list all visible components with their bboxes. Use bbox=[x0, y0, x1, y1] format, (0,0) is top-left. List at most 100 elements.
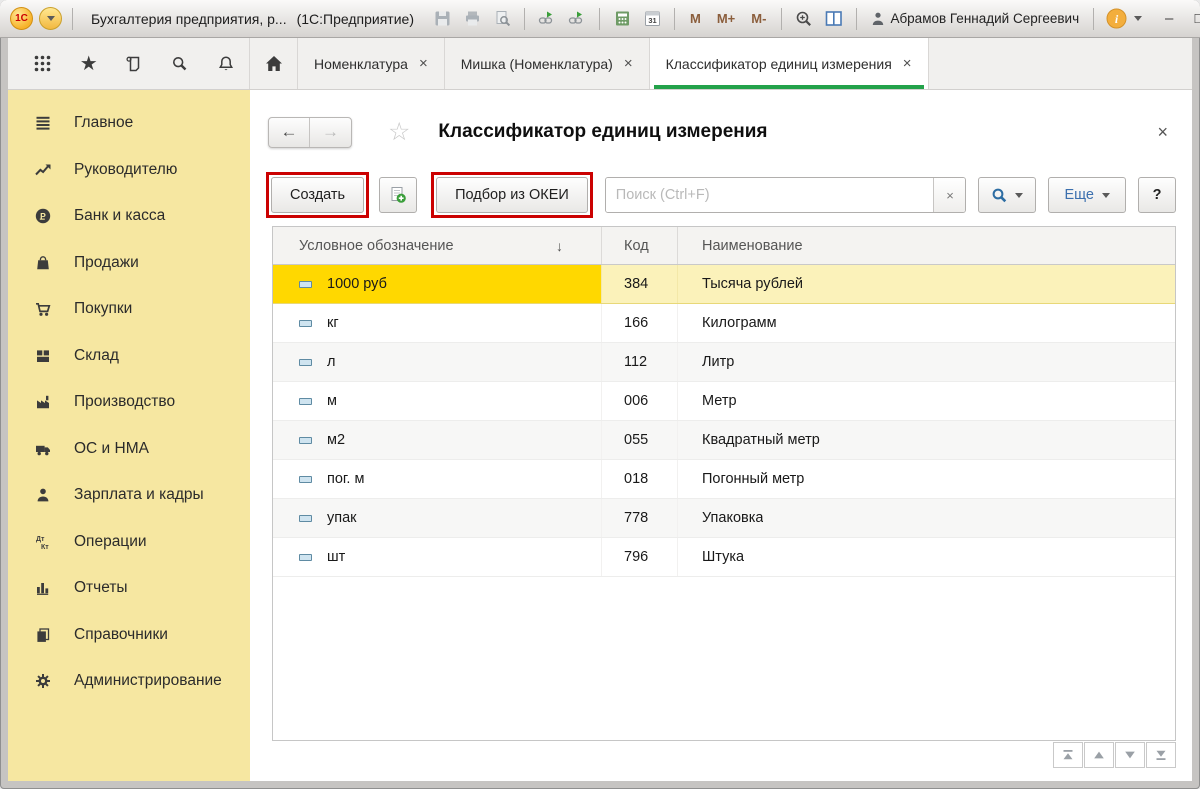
add-favorite-star-icon[interactable]: ☆ bbox=[388, 120, 410, 145]
divider bbox=[524, 8, 525, 30]
section-sidebar: Главное Руководителю Р Банк и касса Прод… bbox=[8, 90, 250, 781]
advanced-search-button[interactable] bbox=[978, 177, 1036, 213]
tab-bar: ★ Номенклатура × Мишка (Номенклатура) × … bbox=[8, 38, 1192, 90]
chevron-down-icon[interactable] bbox=[1134, 16, 1142, 21]
sidebar-item-production[interactable]: Производство bbox=[8, 379, 250, 426]
unit-symbol: упак bbox=[327, 510, 357, 526]
forward-button[interactable]: → bbox=[310, 118, 351, 147]
split-window-icon[interactable] bbox=[822, 7, 846, 31]
print-preview-icon[interactable] bbox=[490, 7, 514, 31]
create-button[interactable]: Создать bbox=[271, 177, 364, 213]
create-group-button[interactable] bbox=[379, 177, 417, 213]
tab-mishka-nomenklatura[interactable]: Мишка (Номенклатура) × bbox=[445, 38, 650, 89]
table-row[interactable]: 1000 руб 384 Тысяча рублей bbox=[273, 265, 1175, 304]
calendar-icon[interactable]: 31 bbox=[640, 7, 664, 31]
main-menu-button[interactable] bbox=[39, 7, 62, 30]
zoom-in-icon[interactable] bbox=[792, 7, 816, 31]
memory-m-button[interactable]: M bbox=[685, 11, 706, 26]
go-to-last-button[interactable] bbox=[1146, 742, 1176, 768]
content-panel: ← → ☆ Классификатор единиц измерения × С… bbox=[250, 90, 1192, 781]
memory-m-plus-button[interactable]: M+ bbox=[712, 11, 740, 26]
sidebar-item-purchases[interactable]: Покупки bbox=[8, 286, 250, 333]
notifications-bell-icon[interactable] bbox=[203, 38, 249, 89]
unit-symbol: м2 bbox=[327, 432, 345, 448]
sidebar-item-administration[interactable]: Администрирование bbox=[8, 658, 250, 705]
tab-label: Номенклатура bbox=[314, 56, 408, 72]
tab-classifier-units[interactable]: Классификатор единиц измерения × bbox=[650, 38, 929, 89]
table-row[interactable]: м 006 Метр bbox=[273, 382, 1175, 421]
sidebar-item-operations[interactable]: ДтКт Операции bbox=[8, 519, 250, 566]
get-link-icon[interactable] bbox=[535, 7, 559, 31]
user-icon bbox=[871, 11, 885, 26]
table-row[interactable]: кг 166 Килограмм bbox=[273, 304, 1175, 343]
search-icon[interactable] bbox=[157, 38, 203, 89]
column-header-name[interactable]: Наименование bbox=[677, 227, 1175, 264]
sidebar-item-manager[interactable]: Руководителю bbox=[8, 147, 250, 194]
table-row[interactable]: шт 796 Штука bbox=[273, 538, 1175, 577]
sidebar-item-label: Главное bbox=[74, 114, 133, 132]
search-input[interactable] bbox=[606, 178, 934, 212]
back-button[interactable]: ← bbox=[269, 118, 310, 147]
table-row[interactable]: упак 778 Упаковка bbox=[273, 499, 1175, 538]
go-down-button[interactable] bbox=[1115, 742, 1145, 768]
sidebar-item-warehouse[interactable]: Склад bbox=[8, 333, 250, 380]
history-icon[interactable] bbox=[112, 38, 158, 89]
pick-from-okei-button[interactable]: Подбор из ОКЕИ bbox=[436, 177, 588, 213]
unit-symbol: м bbox=[327, 393, 337, 409]
more-actions-button[interactable]: Еще bbox=[1048, 177, 1126, 213]
go-link-icon[interactable] bbox=[565, 7, 589, 31]
calculator-icon[interactable] bbox=[610, 7, 634, 31]
sidebar-item-reports[interactable]: Отчеты bbox=[8, 565, 250, 612]
save-icon[interactable] bbox=[430, 7, 454, 31]
sidebar-item-salary-hr[interactable]: Зарплата и кадры bbox=[8, 472, 250, 519]
unit-code: 166 bbox=[624, 315, 648, 331]
current-user[interactable]: Абрамов Геннадий Сергеевич bbox=[871, 11, 1079, 26]
title-bar: 1С Бухгалтерия предприятия, р... (1С:Пре… bbox=[0, 0, 1200, 38]
go-up-button[interactable] bbox=[1084, 742, 1114, 768]
table-row[interactable]: пог. м 018 Погонный метр bbox=[273, 460, 1175, 499]
unit-code: 006 bbox=[624, 393, 648, 409]
tab-close-icon[interactable]: × bbox=[419, 56, 428, 71]
table-row[interactable]: м2 055 Квадратный метр bbox=[273, 421, 1175, 460]
home-tab[interactable] bbox=[250, 38, 298, 89]
tab-label: Мишка (Номенклатура) bbox=[461, 56, 613, 72]
unit-name: Тысяча рублей bbox=[702, 276, 803, 292]
print-icon[interactable] bbox=[460, 7, 484, 31]
column-header-symbol[interactable]: Условное обозначение ↓ bbox=[273, 227, 601, 264]
sidebar-item-fixed-assets[interactable]: ОС и НМА bbox=[8, 426, 250, 473]
help-button[interactable]: ? bbox=[1138, 177, 1176, 213]
clear-search-icon[interactable]: × bbox=[933, 178, 965, 212]
element-icon bbox=[299, 515, 312, 522]
tab-close-icon[interactable]: × bbox=[903, 56, 912, 71]
info-icon[interactable]: i bbox=[1104, 7, 1128, 31]
sidebar-item-directories[interactable]: Справочники bbox=[8, 612, 250, 659]
shopping-bag-icon bbox=[34, 254, 52, 272]
close-form-icon[interactable]: × bbox=[1151, 122, 1174, 143]
table-row[interactable]: л 112 Литр bbox=[273, 343, 1175, 382]
sidebar-item-main[interactable]: Главное bbox=[8, 100, 250, 147]
chevron-down-icon bbox=[1015, 193, 1023, 198]
all-functions-grid-icon[interactable] bbox=[20, 38, 66, 89]
sidebar-item-label: Склад bbox=[74, 347, 119, 365]
table-header: Условное обозначение ↓ Код Наименование bbox=[273, 227, 1175, 265]
go-to-first-button[interactable] bbox=[1053, 742, 1083, 768]
element-icon bbox=[299, 320, 312, 327]
column-header-code[interactable]: Код bbox=[601, 227, 677, 264]
shopping-cart-icon bbox=[34, 300, 52, 318]
maximize-button[interactable]: □ bbox=[1184, 6, 1200, 32]
sidebar-item-label: Справочники bbox=[74, 626, 168, 644]
units-table: Условное обозначение ↓ Код Наименование bbox=[272, 226, 1176, 741]
table-body: 1000 руб 384 Тысяча рублей кг bbox=[273, 265, 1175, 577]
memory-m-minus-button[interactable]: M- bbox=[746, 11, 771, 26]
sidebar-item-label: Производство bbox=[74, 393, 175, 411]
favorites-star-icon[interactable]: ★ bbox=[66, 38, 112, 89]
sidebar-item-label: ОС и НМА bbox=[74, 440, 149, 458]
unit-symbol: л bbox=[327, 354, 335, 370]
tab-nomenklatura[interactable]: Номенклатура × bbox=[298, 38, 445, 89]
sidebar-item-sales[interactable]: Продажи bbox=[8, 240, 250, 287]
minimize-button[interactable]: – bbox=[1154, 6, 1184, 32]
unit-code: 018 bbox=[624, 471, 648, 487]
sidebar-item-bank-cash[interactable]: Р Банк и касса bbox=[8, 193, 250, 240]
sidebar-item-label: Операции bbox=[74, 533, 147, 551]
tab-close-icon[interactable]: × bbox=[624, 56, 633, 71]
